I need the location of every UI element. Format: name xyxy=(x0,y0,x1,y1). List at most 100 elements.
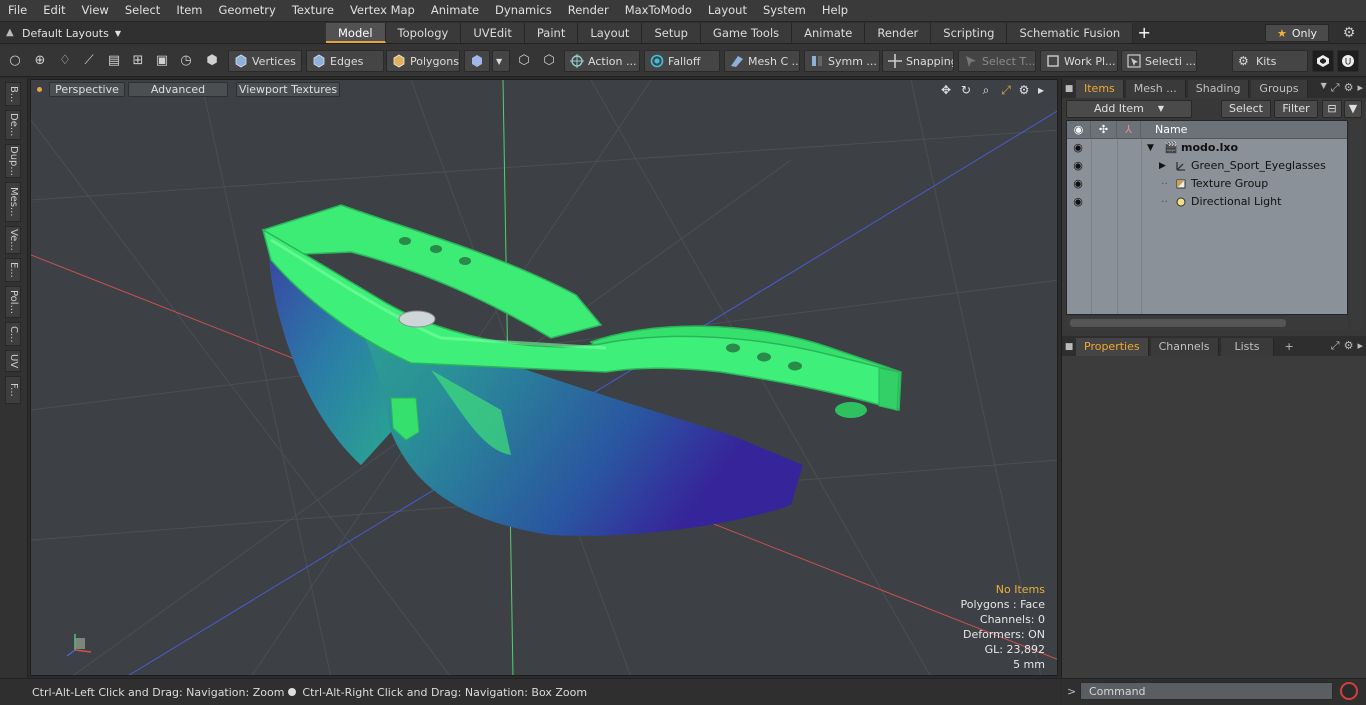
menu-help[interactable]: Help xyxy=(814,0,856,21)
unreal-button[interactable]: U xyxy=(1337,50,1359,72)
strip-tab-edge[interactable]: E... xyxy=(5,258,21,282)
material-mode-button[interactable] xyxy=(464,50,490,72)
snapping-button[interactable]: Snapping xyxy=(882,50,954,72)
tab-items[interactable]: Items xyxy=(1076,80,1124,98)
tree-row-mesh[interactable]: ◉ ▶ Green_Sport_Eyeglasses xyxy=(1067,157,1347,175)
menu-texture[interactable]: Texture xyxy=(284,0,342,21)
frame-icon[interactable]: ▣ xyxy=(153,52,171,70)
polygons-button[interactable]: Polygons xyxy=(386,50,460,72)
strip-tab-deform[interactable]: De... xyxy=(5,110,21,140)
menu-vertex-map[interactable]: Vertex Map xyxy=(342,0,423,21)
expand-panel-icon[interactable]: ⤢ xyxy=(1331,339,1340,353)
tree-horizontal-scrollbar[interactable] xyxy=(1066,316,1348,330)
maximize-icon[interactable]: ⤢ xyxy=(998,82,1014,98)
panel-gear-icon[interactable]: ⚙ xyxy=(1344,339,1354,353)
pan-icon[interactable]: ✥ xyxy=(938,82,954,98)
menu-animate[interactable]: Animate xyxy=(423,0,487,21)
menu-system[interactable]: System xyxy=(755,0,814,21)
unity-button[interactable] xyxy=(1312,50,1334,72)
tab-model[interactable]: Model xyxy=(326,23,386,43)
tab-setup[interactable]: Setup xyxy=(642,23,701,43)
tab-paint[interactable]: Paint xyxy=(524,23,579,43)
cube-shaded-icon[interactable]: ⬢ xyxy=(203,52,221,70)
viewport-scene[interactable] xyxy=(31,80,1058,676)
kits-button[interactable]: ⚙ Kits xyxy=(1232,50,1308,72)
selection-sets-button[interactable]: Selecti ... xyxy=(1121,50,1197,72)
tab-properties[interactable]: Properties xyxy=(1076,338,1149,356)
add-tab-icon[interactable]: + xyxy=(1133,23,1155,43)
tab-layout[interactable]: Layout xyxy=(578,23,643,43)
tree-row-scene[interactable]: ◉ ▼ 🎬 modo.lxo xyxy=(1067,139,1347,157)
tab-groups[interactable]: Groups xyxy=(1251,80,1308,98)
menu-edit[interactable]: Edit xyxy=(35,0,73,21)
material-mode-dropdown[interactable]: ▼ xyxy=(492,50,510,72)
tree-row-light[interactable]: ◉ ·· Directional Light xyxy=(1067,193,1347,211)
vertices-button[interactable]: Vertices xyxy=(228,50,302,72)
eyeglasses-model[interactable] xyxy=(261,204,902,536)
tree-vertical-scrollbar[interactable] xyxy=(1350,120,1362,330)
tab-game-tools[interactable]: Game Tools xyxy=(700,23,793,43)
mesh-constraint-button[interactable]: Mesh C ... xyxy=(724,50,800,72)
menu-layout[interactable]: Layout xyxy=(700,0,755,21)
menu-view[interactable]: View xyxy=(74,0,117,21)
panel-gear-icon[interactable]: ⚙ xyxy=(1344,81,1354,95)
gear-icon[interactable]: ⚙ xyxy=(1340,24,1358,42)
name-column-header[interactable]: Name xyxy=(1141,121,1347,139)
lock-column-icon[interactable]: ✣ xyxy=(1091,121,1117,139)
layouts-dropdown[interactable]: ▲ Default Layouts ▼ xyxy=(6,24,121,42)
panel-arrow-icon[interactable]: ▸ xyxy=(1357,339,1363,353)
strip-tab-curve[interactable]: C... xyxy=(5,322,21,346)
panel-menu-icon[interactable]: ■ xyxy=(1062,80,1076,98)
menu-select[interactable]: Select xyxy=(117,0,168,21)
eye-icon[interactable]: ◉ xyxy=(1071,177,1085,191)
viewport-menu-arrow-icon[interactable]: ▸ xyxy=(1033,82,1049,98)
action-center-button[interactable]: Action ... xyxy=(564,50,640,72)
select-through-button[interactable]: Select T... xyxy=(958,50,1036,72)
3d-viewport[interactable]: Perspective Advanced Viewport Textures ✥… xyxy=(30,79,1058,676)
edges-button[interactable]: Edges xyxy=(306,50,384,72)
add-tab-icon[interactable]: + xyxy=(1276,338,1301,356)
tab-schematic-fusion[interactable]: Schematic Fusion xyxy=(1007,23,1134,43)
work-plane-button[interactable]: Work Pl... xyxy=(1040,50,1118,72)
viewport-textures-button[interactable]: Viewport Textures xyxy=(236,82,340,97)
command-input[interactable] xyxy=(1080,682,1333,700)
expand-arrow-icon[interactable]: ▶ xyxy=(1159,157,1166,175)
collapse-arrow-icon[interactable]: ▼ xyxy=(1147,139,1154,157)
collapse-arrow-icon[interactable]: ▲ xyxy=(6,28,16,38)
globe-icon[interactable]: ⊕ xyxy=(31,52,49,70)
strip-tab-duplicate[interactable]: Dup... xyxy=(5,144,21,178)
tab-shading[interactable]: Shading xyxy=(1187,80,1250,98)
tab-mesh[interactable]: Mesh ... xyxy=(1125,80,1186,98)
strip-tab-mesh-edit[interactable]: Mes... xyxy=(5,182,21,222)
snap-element-icon[interactable]: ⬡ xyxy=(515,52,533,70)
falloff-button[interactable]: Falloff xyxy=(644,50,720,72)
tabs-dropdown-icon[interactable]: ▼ xyxy=(1321,81,1327,95)
tab-channels[interactable]: Channels xyxy=(1150,338,1219,356)
align-icon[interactable]: ▤ xyxy=(105,52,123,70)
tab-lists[interactable]: Lists xyxy=(1220,338,1275,356)
snap-grid-icon[interactable]: ⬡ xyxy=(540,52,558,70)
panel-arrow-icon[interactable]: ▸ xyxy=(1357,81,1363,95)
menu-item[interactable]: Item xyxy=(168,0,210,21)
eye-icon[interactable]: ◉ xyxy=(1071,141,1085,155)
tab-scripting[interactable]: Scripting xyxy=(931,23,1008,43)
scrollbar-thumb[interactable] xyxy=(1070,319,1286,327)
perspective-button[interactable]: Perspective xyxy=(49,82,125,97)
menu-file[interactable]: File xyxy=(0,0,35,21)
pen-icon[interactable]: ♢ xyxy=(56,52,74,70)
visibility-column-icon[interactable]: ◉ xyxy=(1067,121,1091,139)
menu-render[interactable]: Render xyxy=(560,0,617,21)
record-macro-icon[interactable] xyxy=(1340,682,1358,700)
strip-tab-polygon[interactable]: Pol... xyxy=(5,286,21,318)
item-tree[interactable]: ◉ ✣ ⅄ Name ◉ ▼ 🎬 modo.lxo ◉ ▶ Green_Spor… xyxy=(1066,120,1348,315)
zoom-icon[interactable]: ⌕ xyxy=(978,82,994,98)
circle-select-icon[interactable]: ○ xyxy=(6,52,24,70)
eye-icon[interactable]: ◉ xyxy=(1071,159,1085,173)
eye-icon[interactable]: ◉ xyxy=(1071,195,1085,209)
brush-icon[interactable]: ⟋ xyxy=(80,52,98,70)
symmetry-button[interactable]: Symm ... xyxy=(804,50,880,72)
strip-tab-vertex[interactable]: Ve... xyxy=(5,226,21,254)
viewport-gear-icon[interactable]: ⚙ xyxy=(1016,82,1032,98)
render-column-icon[interactable]: ⅄ xyxy=(1117,121,1141,139)
menu-maxtomodo[interactable]: MaxToModo xyxy=(617,0,700,21)
